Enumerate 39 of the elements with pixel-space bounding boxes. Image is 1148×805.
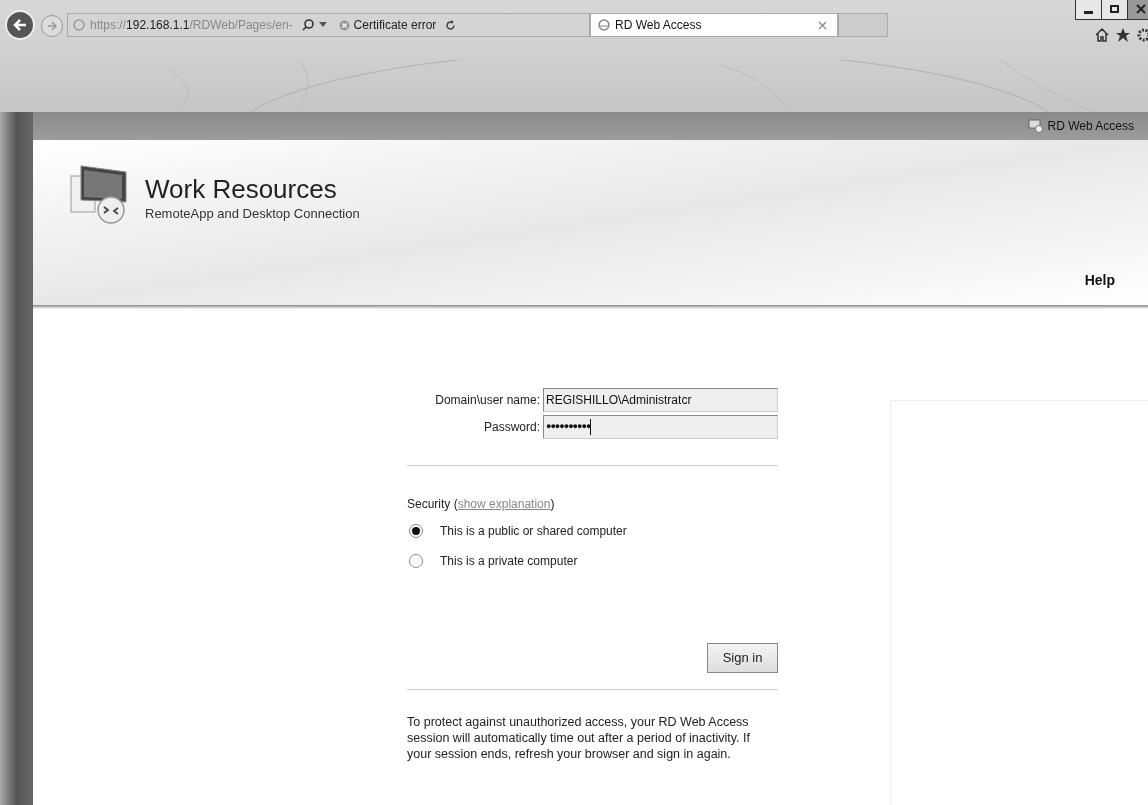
tab-title: RD Web Access — [615, 17, 703, 34]
field-label: Password: — [482, 419, 540, 436]
show-explanation-link[interactable]: show explanation — [457, 497, 551, 511]
back-arrow-icon — [12, 17, 28, 33]
radio-button[interactable] — [409, 524, 423, 538]
maximize-button[interactable] — [1102, 0, 1128, 19]
top-bar-label: RD Web Access — [1047, 118, 1134, 135]
page-icon — [72, 18, 86, 32]
minimize-button[interactable] — [1076, 0, 1102, 19]
browser-tab[interactable]: RD Web Access — [590, 13, 838, 37]
address-bar[interactable]: https://192.168.1.1/RDWeb/Pages/en- Certificate error — [67, 13, 590, 37]
close-tab-icon[interactable] — [818, 20, 827, 30]
remote-desktop-icon — [69, 164, 127, 224]
dropdown-caret-icon — [318, 22, 327, 28]
star-icon[interactable] — [1115, 27, 1131, 43]
page-subtitle: RemoteApp and Desktop Connection — [145, 205, 360, 223]
password-field[interactable]: ●●●●●●●●●● — [543, 415, 778, 439]
error-icon — [338, 19, 350, 31]
session-timeout-notice: To protect against unauthorized access, your RD Web Access session will automatically time out after a period of inactivity. If your session ends, refresh your browser and sign in again. — [407, 714, 751, 762]
radio-label: This is a private computer — [440, 553, 578, 570]
field-label: Domain\user name: — [434, 392, 540, 409]
refresh-icon[interactable] — [444, 18, 458, 32]
gear-icon[interactable] — [1136, 27, 1148, 43]
url-text: https://192.168.1.1/RDWeb/Pages/en- — [90, 17, 293, 34]
page-icon — [597, 18, 611, 32]
close-button[interactable] — [1128, 0, 1148, 19]
security-label: Security (show explanation) — [407, 496, 556, 513]
search-icon — [300, 18, 315, 32]
help-link[interactable]: Help — [1084, 270, 1115, 291]
monitor-icon — [1027, 119, 1044, 133]
radio-button[interactable] — [409, 554, 423, 568]
home-icon[interactable] — [1094, 27, 1110, 43]
forward-arrow-icon — [46, 20, 58, 32]
certificate-error[interactable]: Certificate error — [353, 16, 437, 34]
close-icon — [1136, 4, 1146, 14]
sign-in-button[interactable]: Sign in — [707, 643, 778, 673]
page-title: Work Resources — [145, 174, 338, 204]
username-field[interactable]: REGISHILLO\Administratcr — [543, 388, 778, 412]
radio-label: This is a public or shared computer — [440, 523, 627, 540]
